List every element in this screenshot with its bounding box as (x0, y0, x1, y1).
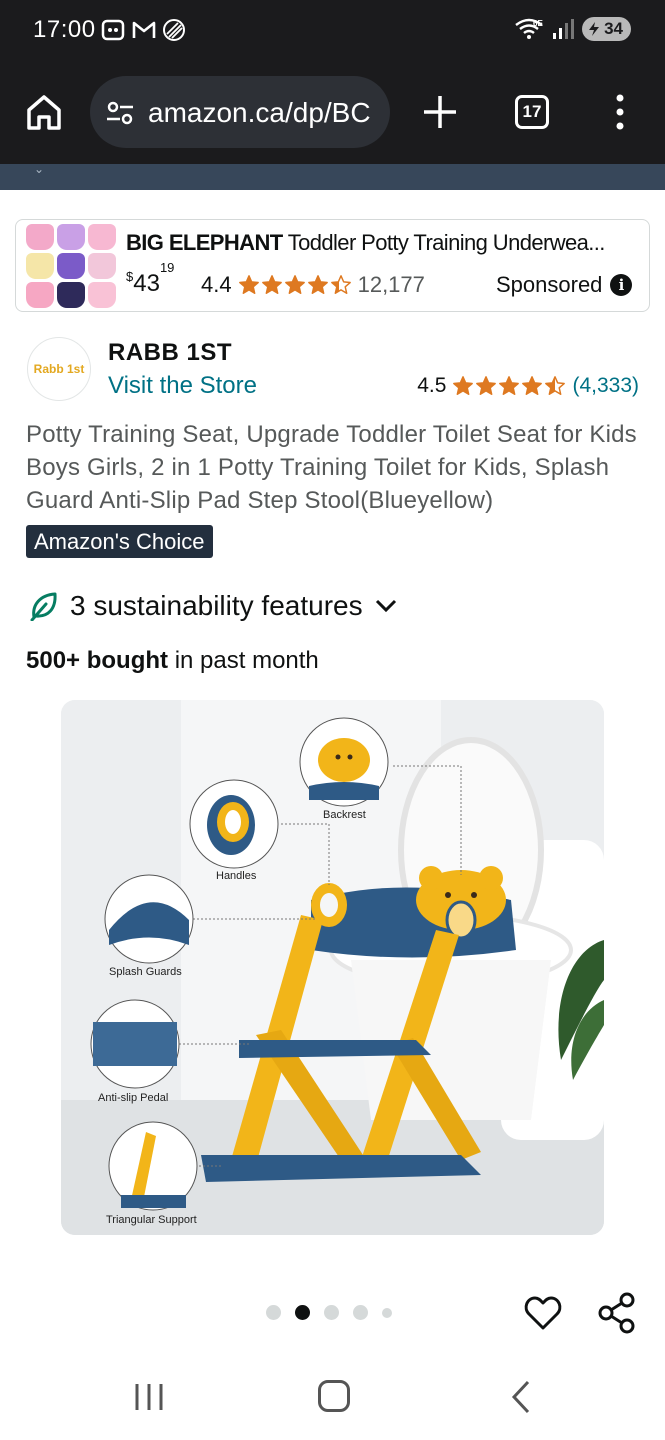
sustainability-features[interactable]: 3 sustainability features (30, 590, 397, 622)
signal-icon (553, 19, 575, 39)
carousel-dot[interactable] (295, 1305, 310, 1320)
sponsored-label[interactable]: Sponsored i (496, 272, 633, 298)
product-image[interactable]: Backrest Handles Splash Guards Anti-slip… (61, 700, 604, 1235)
back-icon[interactable] (510, 1380, 532, 1414)
data-saver-icon (163, 19, 185, 41)
location-bar[interactable]: ⌄ (0, 162, 665, 190)
bought-text: in past month (168, 647, 319, 674)
ad-star-rating (238, 274, 352, 296)
new-tab-icon[interactable] (422, 94, 458, 130)
visit-store-link[interactable]: Visit the Store (108, 372, 257, 400)
status-bar: 17:00 6E 34 (0, 0, 665, 62)
label-backrest: Backrest (323, 809, 366, 821)
product-title: Potty Training Seat, Upgrade Toddler Toi… (26, 421, 637, 514)
chevron-down-icon (375, 599, 396, 613)
product-rating-value: 4.5 (417, 374, 447, 397)
gmail-icon (132, 21, 156, 38)
ad-title-text: Toddler Potty Training Underwea... (282, 230, 606, 255)
star-icon (545, 376, 566, 395)
carousel-dot[interactable] (353, 1305, 368, 1320)
leaf-icon (30, 592, 57, 621)
star-icon (330, 275, 351, 294)
label-splash-guards: Splash Guards (109, 966, 182, 978)
system-nav-bar (0, 1350, 665, 1440)
tab-count: 17 (522, 102, 542, 121)
network-label: 6E (533, 19, 543, 28)
star-icon (499, 376, 520, 395)
chevron-down-icon: ⌄ (34, 162, 45, 176)
more-menu-icon[interactable] (608, 92, 632, 132)
home-icon[interactable] (24, 92, 64, 132)
ad-price-fraction: 19 (159, 260, 175, 275)
product-rating[interactable]: 4.5 (4,333) (417, 374, 639, 398)
amazons-choice-badge[interactable]: Amazon's Choice (26, 525, 213, 558)
product-star-rating (452, 375, 566, 397)
star-icon (307, 275, 328, 294)
label-anti-slip: Anti-slip Pedal (98, 1092, 169, 1104)
address-bar[interactable]: amazon.ca/dp/BC (90, 76, 390, 148)
screenshot-icon (101, 19, 125, 41)
ad-price: $4319 (126, 260, 174, 298)
status-time: 17:00 (33, 16, 96, 43)
star-icon (261, 275, 282, 294)
star-icon (238, 275, 259, 294)
brand-name: RABB 1ST (108, 339, 233, 366)
brand-logo[interactable]: Rabb 1st (27, 337, 91, 401)
label-handles: Handles (216, 870, 257, 882)
star-icon (284, 275, 305, 294)
ad-rating[interactable]: 4.4 12,177 (201, 272, 425, 298)
tabs-icon[interactable]: 17 (515, 95, 549, 129)
sponsored-text: Sponsored (496, 272, 603, 297)
carousel-dot[interactable] (324, 1305, 339, 1320)
ad-review-count: 12,177 (357, 272, 425, 297)
sponsored-ad-card[interactable]: BIG ELEPHANT Toddler Potty Training Unde… (15, 219, 650, 312)
nav-home-icon[interactable] (318, 1380, 350, 1412)
star-icon (453, 376, 474, 395)
carousel-dot[interactable] (266, 1305, 281, 1320)
bought-past-month: 500+ bought in past month (26, 647, 319, 675)
carousel-dot[interactable] (382, 1307, 392, 1318)
ad-price-currency: $ (126, 269, 134, 284)
battery-icon: 34 (582, 17, 631, 41)
ad-product-image[interactable] (26, 224, 116, 308)
ad-brand: BIG ELEPHANT (126, 230, 283, 255)
site-settings-icon[interactable] (106, 100, 134, 126)
share-icon[interactable] (597, 1292, 637, 1334)
wifi-icon: 6E (515, 18, 544, 39)
browser-toolbar: amazon.ca/dp/BC 17 (0, 62, 665, 164)
bought-count: 500+ bought (26, 647, 169, 674)
battery-level: 34 (604, 19, 623, 38)
recent-apps-icon[interactable] (133, 1382, 165, 1412)
star-icon (476, 376, 497, 395)
image-carousel-dots[interactable] (266, 1305, 392, 1320)
label-triangular: Triangular Support (106, 1214, 197, 1226)
product-review-count[interactable]: (4,333) (572, 374, 639, 398)
system-icons: 6E 34 (514, 17, 631, 41)
url-text[interactable]: amazon.ca/dp/BC (148, 97, 378, 129)
star-icon (522, 376, 543, 395)
ad-rating-value: 4.4 (201, 272, 232, 297)
sustainability-text: 3 sustainability features (70, 590, 363, 621)
ad-price-whole: 43 (133, 270, 160, 297)
ad-title[interactable]: BIG ELEPHANT Toddler Potty Training Unde… (126, 230, 636, 256)
brand-logo-text: Rabb 1st (33, 362, 85, 376)
info-icon[interactable]: i (610, 274, 633, 296)
notification-icons (100, 18, 186, 42)
heart-icon[interactable] (524, 1294, 562, 1332)
